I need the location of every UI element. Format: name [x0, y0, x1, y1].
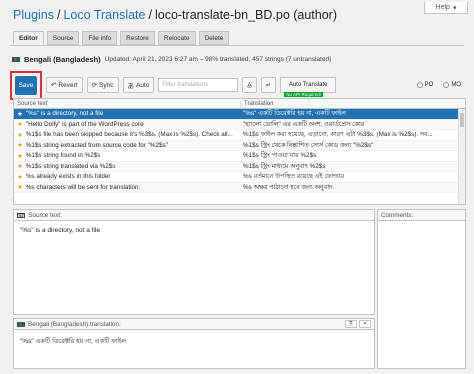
auto-translate-button[interactable]: Auto Translate No API Required!	[280, 77, 337, 97]
editor-toolbar: Save ↶ Revert ⟳ Sync あ Auto Filter trans…	[10, 70, 461, 100]
clear-translation-button[interactable]: ✕	[359, 320, 371, 328]
source-panel: EN Source text: "%s" is a directory, not…	[13, 209, 375, 315]
format-radios: PO MO	[416, 82, 461, 88]
auto-label: Auto	[136, 81, 150, 89]
page-title: loco-translate-bn_BD.po (author)	[154, 8, 338, 22]
source-panel-title: Source text:	[28, 211, 62, 219]
translation-panel-header: Bengali (Bangladesh) translation: ⎘ ✕	[14, 319, 374, 330]
comments-panel-header: Comments:	[378, 210, 465, 221]
api-badge: No API Required!	[284, 92, 323, 97]
table-row[interactable]: ★ %s characters will be sent for translat…	[14, 182, 465, 193]
tab-editor[interactable]: Editor	[13, 31, 44, 45]
radio-po-label: PO	[424, 82, 434, 88]
row-source: "Hello Dolly" is part of the WordPress c…	[25, 120, 144, 128]
radio-po[interactable]: PO	[416, 82, 434, 88]
grid-scrollbar[interactable]	[458, 109, 465, 204]
row-source: %s characters will be sent for translati…	[25, 183, 141, 191]
file-stats: Updated: April 21, 2023 6:27 am – 98% tr…	[104, 56, 332, 63]
save-highlight: Save	[10, 70, 42, 100]
triangle-down-icon: ▾	[452, 4, 457, 12]
tab-source[interactable]: Source	[46, 31, 80, 45]
row-source: %1$s file has been skipped because it's …	[25, 131, 233, 139]
row-source: %1$s string found in %2$s	[25, 152, 101, 160]
language-name: Bengali (Bangladesh)	[24, 55, 101, 64]
row-source: %1$s string translated via %2$s	[25, 162, 116, 170]
translation-panel: Bengali (Bangladesh) translation: ⎘ ✕ "%…	[13, 318, 375, 369]
english-flag-icon: EN	[17, 212, 26, 218]
copy-icon: ⎘	[348, 321, 353, 327]
sync-icon: ⟳	[91, 82, 98, 89]
row-translation: %1$s স্ট্রিং পাওয়া যায় %2$s	[243, 152, 317, 160]
breadcrumb-loco-link[interactable]: Loco Translate	[63, 8, 145, 22]
star-icon: ★	[17, 184, 23, 192]
invisibles-toggle-button[interactable]: ↵	[260, 77, 277, 93]
radio-mo[interactable]: MO	[443, 82, 461, 88]
scrollbar-thumb[interactable]	[460, 113, 464, 127]
grid-rows: ★ "%s" is a directory, not a file "%s" এক…	[14, 109, 465, 193]
star-icon: ★	[17, 131, 23, 139]
translation-textarea[interactable]: "%s" একটি ডিরেক্টরি হয় না, একটি ফাইল	[14, 330, 374, 353]
star-icon: ★	[17, 142, 23, 150]
sync-label: Sync	[99, 81, 114, 89]
revert-label: Revert	[58, 81, 78, 89]
row-source: "%s" is a directory, not a file	[25, 110, 104, 118]
breadcrumb: Plugins / Loco Translate / loco-translate-bn…	[13, 8, 337, 22]
tab-bar: Editor Source File info Restore Relocate…	[13, 31, 230, 45]
star-icon: ★	[17, 121, 23, 129]
help-button[interactable]: Help ▾	[424, 2, 468, 14]
star-icon: ★	[17, 152, 23, 160]
bangladesh-flag-icon	[17, 321, 25, 327]
help-label: Help	[435, 4, 450, 11]
revert-icon: ↶	[51, 82, 57, 89]
revert-button[interactable]: ↶ Revert	[46, 77, 83, 93]
row-translation: "%s" একটি ডিরেক্টরি হয় না, একটি ফাইল	[243, 110, 346, 118]
save-label: Save	[18, 81, 34, 89]
return-icon: ↵	[265, 82, 272, 89]
row-translation: "হ্যালো ডোলি" এর একটি অংশ, ওয়ার্ডপ্রেস …	[243, 120, 365, 128]
filter-input[interactable]: Filter translations	[158, 78, 239, 92]
row-translation: %1$s ফাইল করা হয়েছে, এড়ানো, কারণ এটা %…	[243, 131, 433, 139]
column-header-source[interactable]: Source text	[14, 101, 240, 107]
auto-translate-label: Auto Translate	[288, 82, 328, 88]
star-icon: ★	[17, 173, 23, 181]
tab-delete[interactable]: Delete	[198, 31, 230, 45]
translation-grid: Source text Translation ★ "%s" is a direc…	[13, 98, 466, 205]
comments-body[interactable]	[378, 221, 465, 233]
breadcrumb-separator: /	[57, 8, 61, 22]
breadcrumb-plugins-link[interactable]: Plugins	[13, 8, 54, 22]
copy-source-button[interactable]: ⎘	[345, 320, 357, 328]
translation-tools: ⎘ ✕	[345, 320, 371, 328]
row-translation: %s বর্তমানে উপস্থিত রয়েছে এই ফোল্ডার	[243, 173, 345, 181]
auto-icon: あ	[127, 83, 135, 90]
source-panel-header: EN Source text:	[14, 210, 374, 221]
translation-panel-title: Bengali (Bangladesh) translation:	[28, 320, 121, 328]
file-info: Bengali (Bangladesh) Updated: April 21, …	[12, 55, 331, 64]
breadcrumb-separator: /	[148, 8, 152, 22]
radio-dot	[443, 82, 450, 88]
row-translation: %s অক্ষর পাঠানো হবে জন্য অনুবাদ.	[243, 183, 335, 191]
save-button[interactable]: Save	[15, 75, 37, 95]
sync-button[interactable]: ⟳ Sync	[86, 77, 119, 93]
tab-file-info[interactable]: File info	[82, 31, 118, 45]
fuzzy-icon: A̲	[247, 81, 252, 89]
radio-mo-label: MO	[451, 82, 461, 88]
tab-relocate[interactable]: Relocate	[157, 31, 196, 45]
tab-restore[interactable]: Restore	[120, 31, 155, 45]
bangladesh-flag-icon	[12, 57, 20, 62]
star-icon: ★	[17, 110, 23, 118]
row-translation: %1$s স্ট্রিং থেকে নিষ্কাশিত সোর্স কোড জন…	[243, 141, 374, 149]
comments-panel-title: Comments:	[381, 211, 414, 219]
fuzzy-toggle-button[interactable]: A̲	[242, 77, 257, 93]
auto-button[interactable]: あ Auto	[122, 77, 155, 93]
row-source: %1$s string extracted from source code f…	[25, 141, 168, 149]
clear-icon: ✕	[362, 321, 368, 327]
row-translation: %1$s স্ট্রিং মাধ্যমে অনুবাদ %2$s	[243, 162, 326, 170]
row-source: %s already exists in this folder	[25, 173, 111, 181]
comments-panel: Comments:	[377, 209, 466, 369]
tab-divider	[10, 45, 464, 46]
star-icon: ★	[17, 163, 23, 171]
radio-dot	[416, 82, 423, 88]
column-header-translation[interactable]: Translation	[240, 100, 465, 107]
source-text: "%s" is a directory, not a file	[20, 227, 100, 234]
